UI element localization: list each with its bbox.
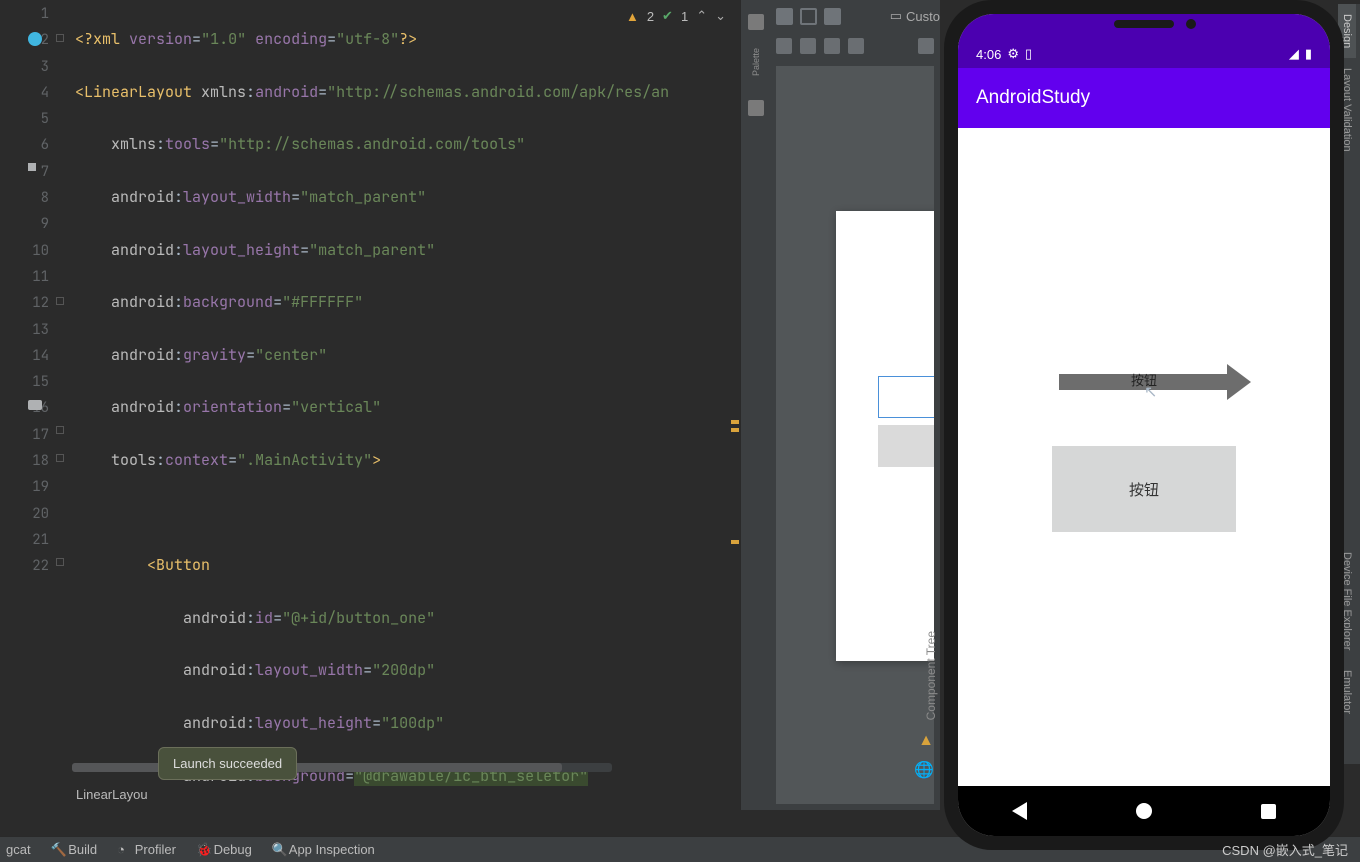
line-number: 13 <box>0 317 49 343</box>
device-icon: ▭ <box>890 8 902 24</box>
app-body: 按钮 ↖ 按钮 <box>958 128 1330 778</box>
button-one[interactable]: 按钮 ↖ <box>1059 374 1229 390</box>
signal-icon: ◢ <box>1289 46 1299 62</box>
orientation-icon[interactable] <box>824 8 841 25</box>
line-number: 7 <box>0 159 49 185</box>
cursor-icon: ↖ <box>1144 382 1157 402</box>
android-nav-bar <box>958 786 1330 836</box>
blueprint-icon[interactable] <box>800 8 817 25</box>
typo-count: 1 <box>681 9 688 24</box>
tab-debug[interactable]: 🐞 Debug <box>196 842 252 857</box>
button-two[interactable]: 按钮 <box>1052 446 1236 532</box>
line-number: 1 <box>0 1 49 27</box>
arrows-icon[interactable] <box>918 38 934 54</box>
tab-app-inspection[interactable]: 🔍 App Inspection <box>272 842 375 857</box>
typo-icon: ✔ <box>662 8 673 24</box>
inspection-badges[interactable]: ▲ 2 ✔ 1 ⌃ ⌄ <box>626 8 726 24</box>
hammer-icon: 🔨 <box>51 842 65 856</box>
warning-count: 2 <box>647 9 654 24</box>
warning-icon[interactable]: ▲ <box>918 732 934 750</box>
line-number: 22 <box>0 553 49 579</box>
emulator-device: 4:06 ⚙ ▯ ◢ ▮ AndroidStudy 按钮 ↖ 按钮 <box>944 0 1344 850</box>
line-number: 17 <box>0 422 49 448</box>
grid-icon[interactable] <box>800 38 816 54</box>
pan-icon[interactable] <box>848 38 864 54</box>
watermark: CSDN @嵌入式_笔记 <box>1222 840 1348 859</box>
line-number: 19 <box>0 474 49 500</box>
eye-icon[interactable] <box>776 38 792 54</box>
layout-preview-pane: ▭ Custo Component Tree ▲ 🌐 <box>770 0 940 810</box>
design-surface-icon[interactable] <box>776 8 793 25</box>
palette-sidebar[interactable]: Palette <box>740 0 770 810</box>
display-mode-label[interactable]: Custo <box>906 9 940 24</box>
tab-profiler[interactable]: ◔ Profiler <box>117 842 176 857</box>
tab-logcat[interactable]: gcat <box>6 842 31 857</box>
storage-icon: ▯ <box>1025 46 1032 62</box>
line-gutter: 1 2 3 4 5 6 7 8 9 10 11 12 13 14 15 16 1… <box>0 0 55 810</box>
nav-recent-icon[interactable] <box>1261 804 1276 819</box>
nav-home-icon[interactable] <box>1136 803 1152 819</box>
tab-build[interactable]: 🔨 Build <box>51 842 98 857</box>
line-number: 15 <box>0 369 49 395</box>
line-number: 14 <box>0 343 49 369</box>
button-two-label: 按钮 <box>1129 479 1159 500</box>
globe-icon[interactable]: 🌐 <box>914 760 934 780</box>
line-number: 5 <box>0 106 49 132</box>
gear-icon: ⚙ <box>1007 46 1019 62</box>
line-number: 4 <box>0 80 49 106</box>
class-icon <box>28 32 42 46</box>
line-number: 21 <box>0 527 49 553</box>
sensor-cutout <box>1186 19 1196 29</box>
line-number: 18 <box>0 448 49 474</box>
warning-icon: ▲ <box>626 9 639 24</box>
battery-icon: ▮ <box>1305 46 1312 62</box>
line-number: 12 <box>0 290 49 316</box>
preview-toolbar: ▭ Custo <box>770 0 940 32</box>
line-number: 20 <box>0 501 49 527</box>
palette-label: Palette <box>751 48 761 76</box>
caret-down-icon[interactable]: ⌄ <box>715 8 726 24</box>
line-number: 11 <box>0 264 49 290</box>
magnet-icon[interactable] <box>824 38 840 54</box>
image-icon <box>28 400 42 410</box>
gauge-icon: ◔ <box>117 842 131 856</box>
app-title: AndroidStudy <box>976 87 1090 109</box>
launch-toast: Launch succeeded <box>158 747 297 780</box>
breadcrumb[interactable]: LinearLayou <box>76 787 148 802</box>
line-number: 3 <box>0 54 49 80</box>
code-content[interactable]: <?xml version="1.0" encoding="utf-8"?> <… <box>55 0 740 810</box>
status-time: 4:06 <box>976 47 1001 62</box>
app-bar: AndroidStudy <box>958 68 1330 128</box>
color-swatch-icon <box>28 163 36 171</box>
component-tree-tab[interactable]: Component Tree <box>924 631 938 720</box>
code-editor[interactable]: 1 2 3 4 5 6 7 8 9 10 11 12 13 14 15 16 1… <box>0 0 740 810</box>
nav-back-icon[interactable] <box>1012 802 1027 820</box>
stack-icon[interactable] <box>748 14 764 30</box>
inspect-icon: 🔍 <box>272 842 286 856</box>
line-number: 8 <box>0 185 49 211</box>
horizontal-scrollbar[interactable] <box>72 763 612 772</box>
line-number: 9 <box>0 211 49 237</box>
caret-up-icon[interactable]: ⌃ <box>696 8 707 24</box>
bug-icon: 🐞 <box>196 842 210 856</box>
design-canvas[interactable] <box>776 66 934 804</box>
speaker-cutout <box>1114 20 1174 28</box>
line-number: 10 <box>0 238 49 264</box>
line-number: 6 <box>0 132 49 158</box>
preview-toolbar-2 <box>770 32 940 60</box>
palette-tool-icon[interactable] <box>748 100 764 116</box>
